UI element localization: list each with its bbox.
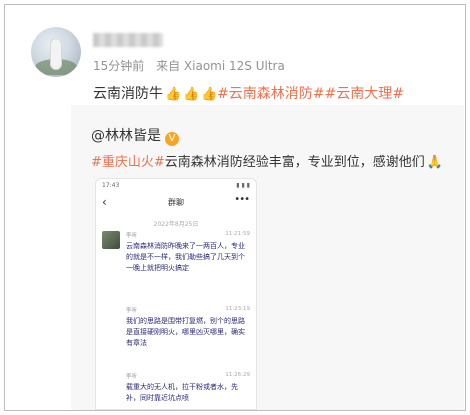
- hashtag-link[interactable]: #云南大理#: [324, 86, 403, 102]
- chat-message: 李听 11:21:59 云南森林消防昨晚来了一两百人，专业的就是不一样，我们勒些…: [102, 231, 250, 293]
- repost-username[interactable]: @林林皆是: [91, 128, 161, 144]
- post-body: 云南消防牛: [93, 86, 163, 102]
- repost-user: @林林皆是 V: [91, 125, 179, 146]
- message-time: 11:21:59: [225, 231, 250, 237]
- praying-hands-icon: 🙏: [426, 155, 443, 170]
- chat-title: 群聊: [168, 198, 184, 207]
- post-source: 来自 Xiaomi 12S Ultra: [156, 59, 285, 73]
- avatar-figure: [51, 39, 61, 69]
- repost-card: @林林皆是 V #重庆山火#云南森林消防经验丰富，专业到位，感谢他们 🙏 17:43…: [71, 105, 464, 410]
- username-redacted[interactable]: [93, 33, 163, 47]
- embedded-chat-screenshot[interactable]: 17:43 ▮ ▮ ▮ ‹ 群聊 ••• 2022年8月25日 李听 11:21…: [95, 178, 257, 410]
- message-text: 载重大的无人机，拉干粉或者水，先补，同时靠近坑点喷: [126, 383, 238, 402]
- hashtag-link[interactable]: #云南森林消防#: [217, 86, 324, 102]
- chat-message: 李听 11:23:19 我们的思路是围带打复燃，别个的思路是直接硬刚明火，哪里凶…: [102, 306, 250, 362]
- status-bar: 17:43 ▮ ▮ ▮: [102, 182, 250, 192]
- avatar[interactable]: [31, 27, 81, 77]
- repost-text: #重庆山火#云南森林消防经验丰富，专业到位，感谢他们 🙏: [91, 151, 443, 170]
- verified-badge-icon: V: [165, 132, 179, 146]
- status-time: 17:43: [102, 182, 120, 189]
- message-sender: 李听: [126, 308, 138, 314]
- chat-message: 李听 11:26:29 载重大的无人机，拉干粉或者水，先补，同时靠近坑点喷: [102, 372, 250, 409]
- message-time: 11:23:19: [225, 306, 250, 312]
- post-text: 云南消防牛 👍 👍 👍#云南森林消防##云南大理#: [93, 83, 404, 103]
- message-time: 11:26:29: [225, 372, 250, 378]
- message-text: 云南森林消防昨晚来了一两百人，专业的就是不一样，我们勒些搞了几天到个一晚上就把明…: [126, 242, 245, 272]
- avatar: [102, 231, 120, 249]
- thumbs-up-icon: 👍: [165, 87, 182, 102]
- chat-date: 2022年8月25日: [153, 221, 199, 228]
- thumbs-up-icon: 👍: [201, 87, 218, 102]
- message-sender: 李听: [126, 233, 138, 239]
- message-sender: 李听: [126, 374, 138, 380]
- repost-body: 云南森林消防经验丰富，专业到位，感谢他们: [164, 155, 425, 170]
- weibo-card: 15分钟前 来自 Xiaomi 12S Ultra 云南消防牛 👍 👍 👍#云南森林消…: [4, 4, 466, 411]
- chat-header: ‹ 群聊 •••: [96, 193, 256, 213]
- hashtag-link[interactable]: #重庆山火#: [91, 155, 165, 170]
- message-text: 我们的思路是围带打复燃，别个的思路是直接硬刚明火，哪里凶灭哪里，确实有章法: [126, 317, 245, 347]
- post-time[interactable]: 15分钟前: [93, 59, 144, 73]
- thumbs-up-icon: 👍: [183, 87, 200, 102]
- signal-icon: ▮ ▮ ▮: [236, 182, 250, 189]
- more-icon: •••: [234, 194, 250, 205]
- post-meta: 15分钟前 来自 Xiaomi 12S Ultra: [93, 57, 285, 74]
